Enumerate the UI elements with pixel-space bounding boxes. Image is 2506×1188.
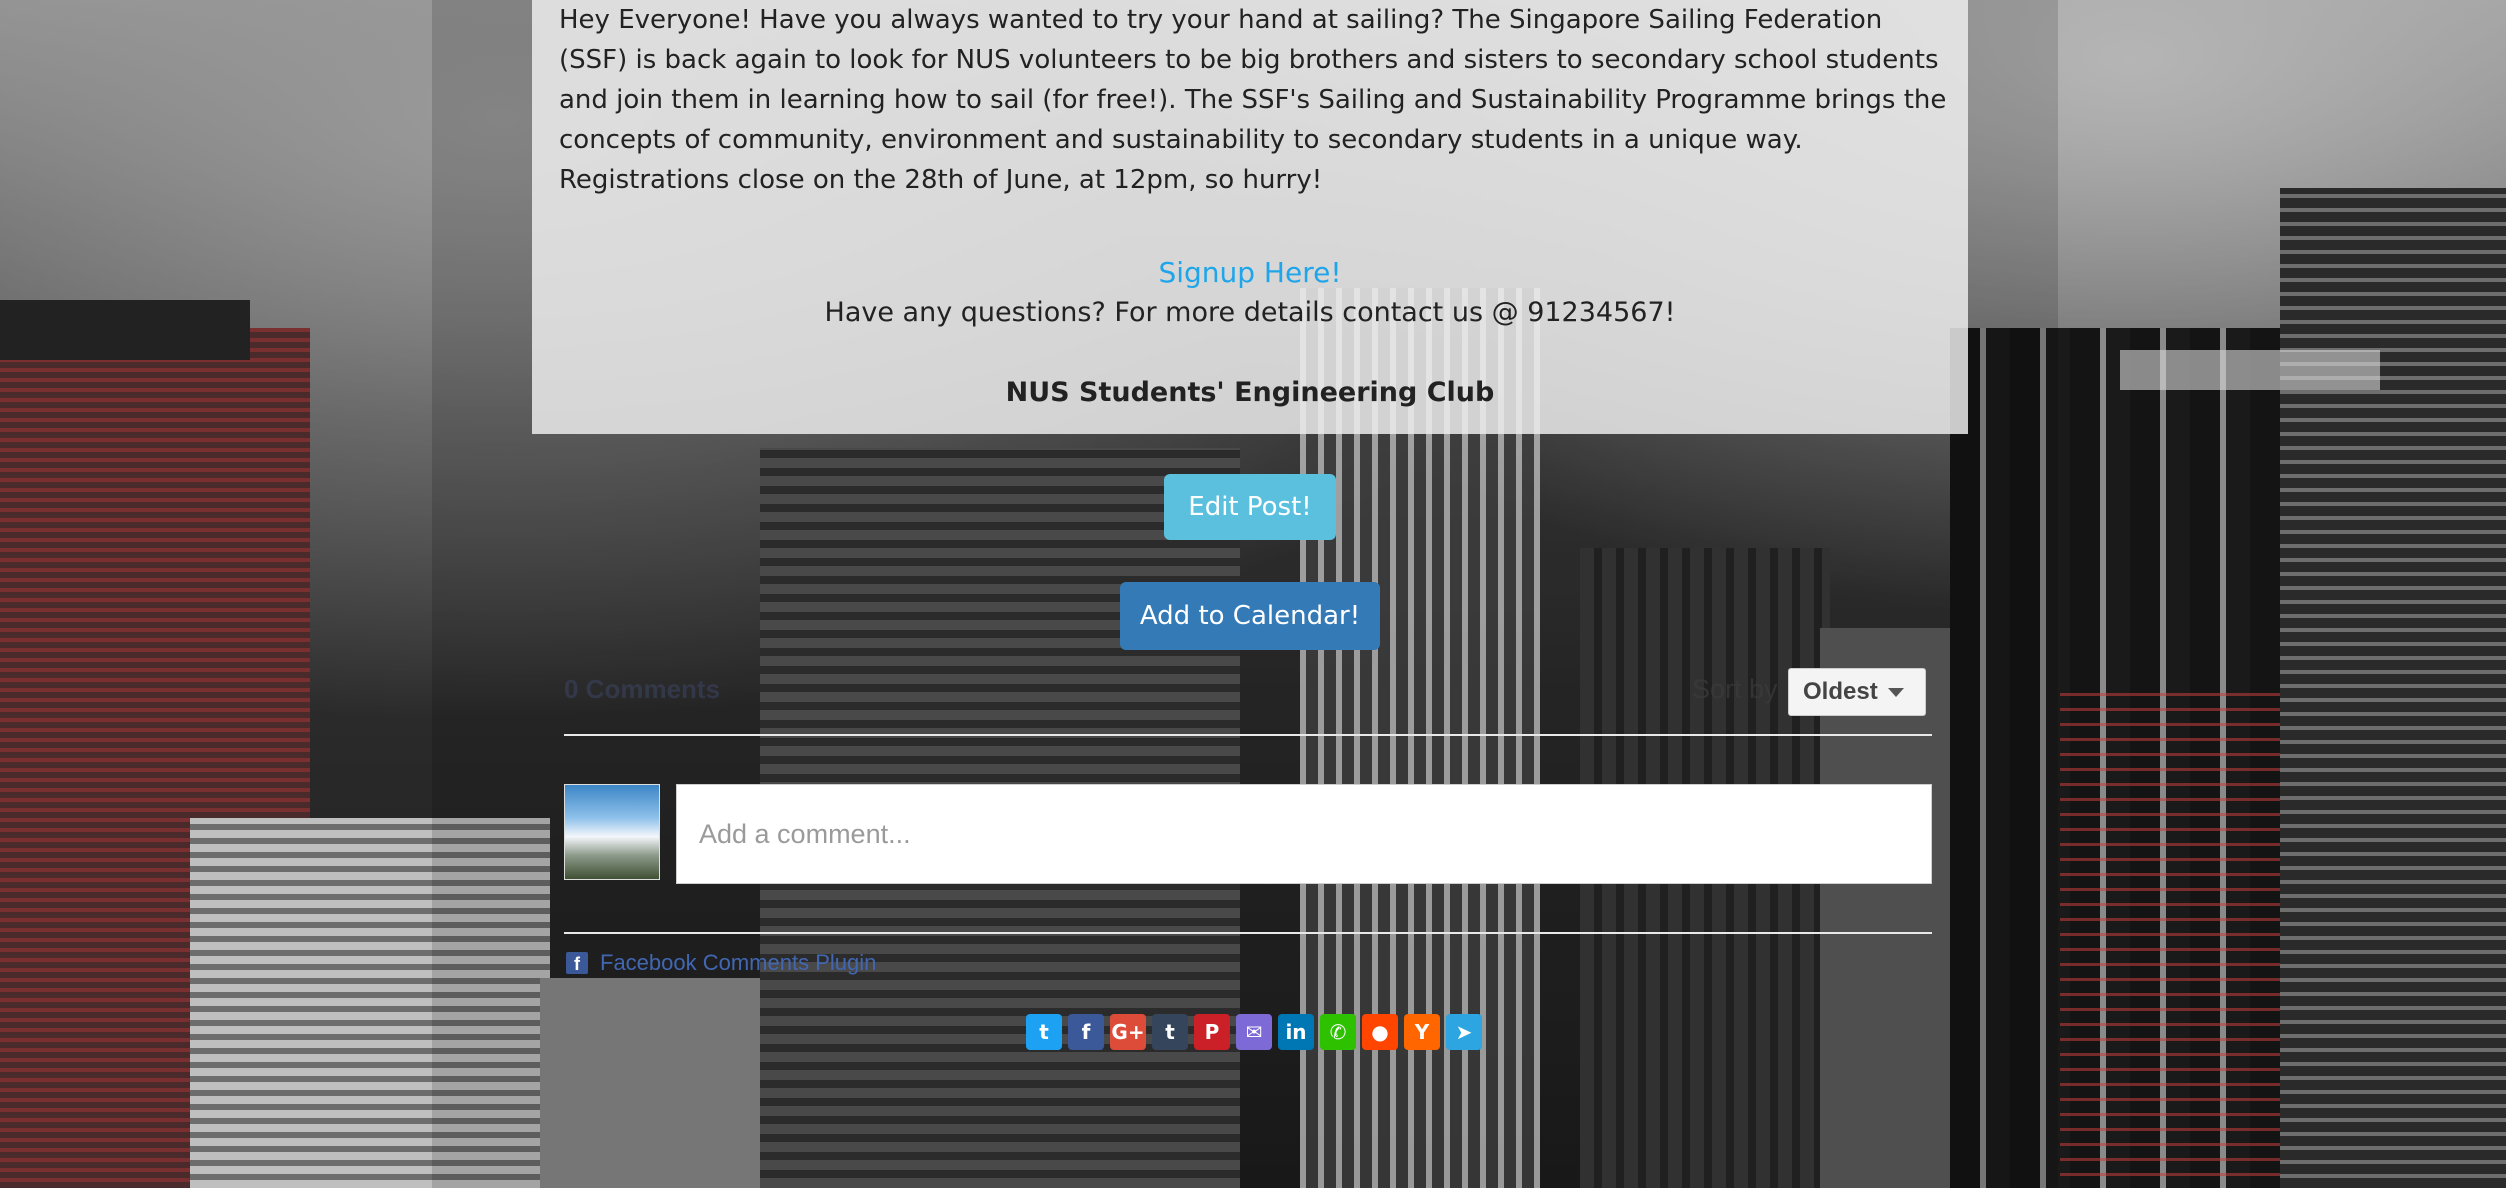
background-building xyxy=(2280,188,2506,1188)
share-buttons: t f G+ t P ✉ in ✆ ● Y ➤ xyxy=(1026,1014,1482,1050)
hackernews-share-button[interactable]: Y xyxy=(1404,1014,1440,1050)
post-body: Hey Everyone! Have you always wanted to … xyxy=(559,5,1947,195)
sort-label: Sort by xyxy=(1692,674,1778,704)
edit-post-button[interactable]: Edit Post! xyxy=(1164,474,1336,540)
club-name: NUS Students' Engineering Club xyxy=(1005,377,1495,408)
google-plus-share-button[interactable]: G+ xyxy=(1110,1014,1146,1050)
linkedin-share-button[interactable]: in xyxy=(1278,1014,1314,1050)
telegram-share-button[interactable]: ➤ xyxy=(1446,1014,1482,1050)
email-share-button[interactable]: ✉ xyxy=(1236,1014,1272,1050)
background-river xyxy=(2120,350,2380,390)
divider xyxy=(564,932,1932,934)
sort-dropdown[interactable]: Oldest xyxy=(1788,668,1926,716)
facebook-icon: f xyxy=(566,952,588,974)
wechat-share-button[interactable]: ✆ xyxy=(1320,1014,1356,1050)
facebook-comments-plugin-link[interactable]: Facebook Comments Plugin xyxy=(600,950,876,976)
add-to-calendar-button[interactable]: Add to Calendar! xyxy=(1120,582,1380,650)
twitter-share-button[interactable]: t xyxy=(1026,1014,1062,1050)
avatar xyxy=(564,784,660,880)
comment-count: 0 Comments xyxy=(564,674,721,704)
plugin-attribution: f Facebook Comments Plugin xyxy=(566,950,876,976)
divider xyxy=(564,734,1932,736)
sort-value: Oldest xyxy=(1803,678,1878,705)
tumblr-share-button[interactable]: t xyxy=(1152,1014,1188,1050)
caret-down-icon xyxy=(1887,687,1904,697)
reddit-share-button[interactable]: ● xyxy=(1362,1014,1398,1050)
signup-link[interactable]: Signup Here! xyxy=(532,256,1968,289)
background-building xyxy=(0,300,250,360)
post-panel: Hey Everyone! Have you always wanted to … xyxy=(532,0,1968,434)
pinterest-share-button[interactable]: P xyxy=(1194,1014,1230,1050)
comment-input[interactable] xyxy=(676,784,1932,884)
facebook-comments: 0 Comments Sort by Oldest f Facebook Com… xyxy=(564,660,1932,990)
contact-text: Have any questions? For more details con… xyxy=(824,297,1676,328)
facebook-share-button[interactable]: f xyxy=(1068,1014,1104,1050)
